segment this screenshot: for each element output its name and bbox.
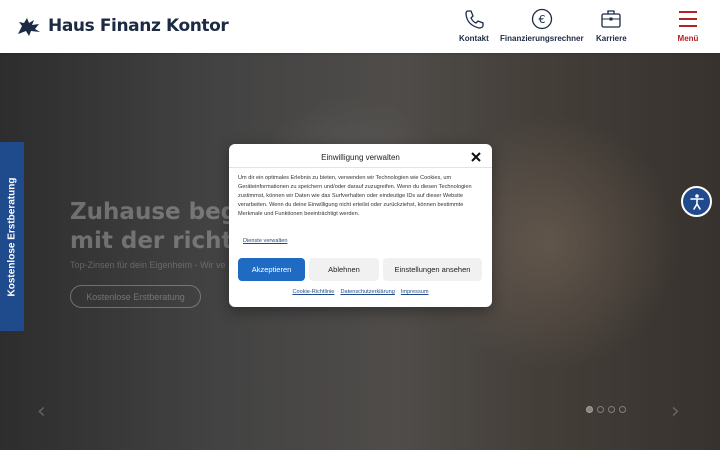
side-tab-label: Kostenlose Erstberatung — [6, 177, 18, 297]
deny-button[interactable]: Ablehnen — [309, 258, 379, 281]
accessibility-button[interactable] — [681, 186, 712, 217]
euro-icon: € — [531, 8, 552, 30]
cookie-policy-link[interactable]: Cookie-Richtlinie — [292, 289, 334, 295]
view-settings-button[interactable]: Einstellungen ansehen — [383, 258, 482, 281]
nav-menu-label: Menü — [677, 34, 699, 43]
nav-kontakt[interactable]: Kontakt — [459, 8, 489, 43]
nav-finanzierungsrechner[interactable]: € Finanzierungsrechner — [500, 8, 584, 43]
griffin-logo-icon — [18, 18, 40, 36]
nav-kontakt-label: Kontakt — [459, 34, 489, 43]
nav-karriere-label: Karriere — [596, 34, 627, 43]
dialog-body: Um dir ein optimales Erlebnis zu bieten,… — [238, 175, 472, 217]
dialog-title: Einwilligung verwalten — [321, 153, 400, 162]
accessibility-icon — [689, 193, 704, 210]
close-icon[interactable] — [471, 152, 481, 162]
accept-button[interactable]: Akzeptieren — [238, 258, 305, 281]
dialog-footer-links: Cookie-Richtlinie Datenschutzerklärung I… — [229, 289, 492, 295]
manage-services-link[interactable]: Dienste verwalten — [243, 238, 287, 244]
svg-text:€: € — [538, 13, 545, 26]
imprint-link[interactable]: Impressum — [401, 289, 429, 295]
side-tab-erstberatung[interactable]: Kostenlose Erstberatung — [0, 142, 24, 331]
site-header: Haus Finanz Kontor Kontakt € Finanzierun… — [0, 0, 720, 53]
nav-menu[interactable]: Menü — [677, 8, 699, 43]
cookie-consent-dialog: Einwilligung verwalten Um dir ein optima… — [229, 144, 492, 307]
nav-finanzierungsrechner-label: Finanzierungsrechner — [500, 34, 584, 43]
nav-karriere[interactable]: Karriere — [596, 8, 627, 43]
logo[interactable]: Haus Finanz Kontor — [16, 14, 229, 38]
privacy-policy-link[interactable]: Datenschutzerklärung — [340, 289, 394, 295]
hamburger-icon — [679, 11, 697, 27]
logo-text: Haus Finanz Kontor — [48, 16, 229, 36]
phone-icon — [465, 10, 484, 29]
briefcase-icon — [601, 10, 621, 28]
divider — [229, 167, 492, 168]
